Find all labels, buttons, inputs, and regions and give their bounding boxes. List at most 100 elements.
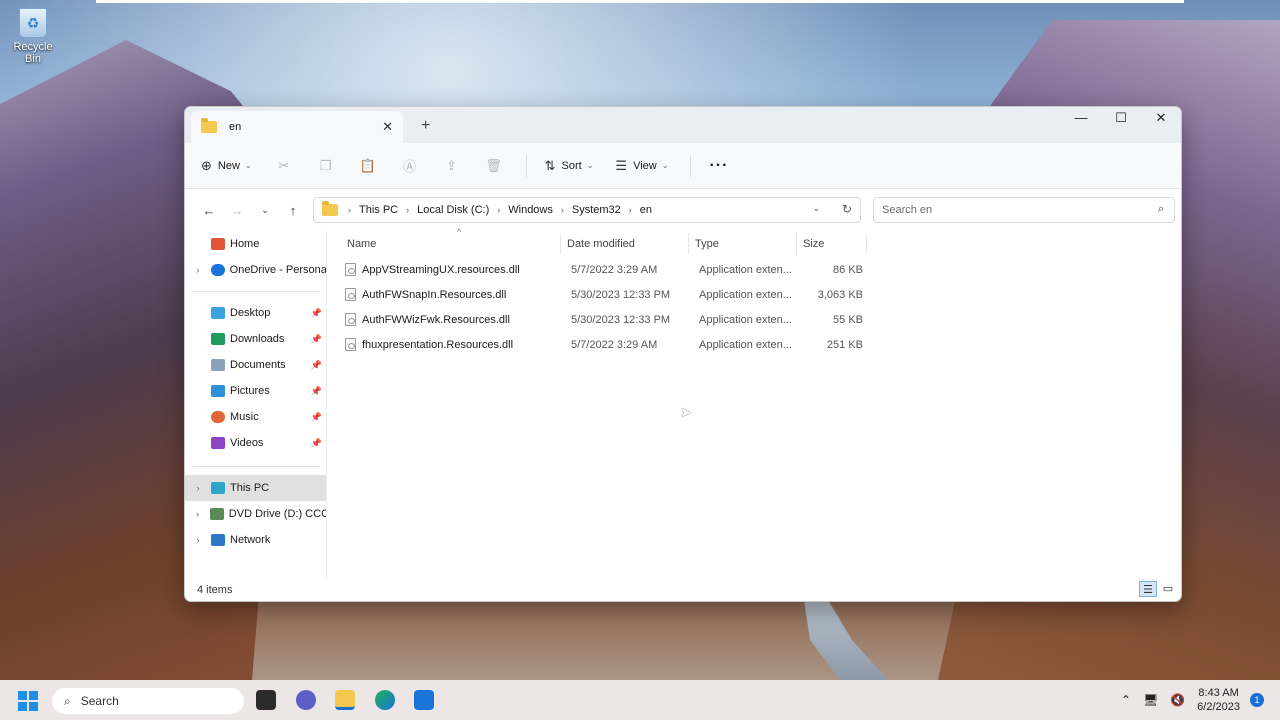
edge-browser-icon[interactable]: [375, 690, 395, 710]
breadcrumb-windows[interactable]: Windows: [508, 204, 553, 216]
videos-icon: [211, 437, 225, 449]
delete-icon[interactable]: 🗑: [484, 158, 504, 174]
chat-icon[interactable]: [296, 690, 316, 710]
item-count: 4 items: [197, 584, 233, 596]
sidebar-item-dvd-drive[interactable]: › DVD Drive (D:) CCC: [185, 501, 326, 527]
sidebar-item-videos[interactable]: Videos 📌: [185, 430, 326, 456]
pin-icon[interactable]: 📌: [311, 386, 322, 397]
share-icon[interactable]: ⇪: [442, 158, 462, 174]
sidebar-item-label: OneDrive - Persona: [229, 264, 326, 276]
sidebar-item-desktop[interactable]: Desktop 📌: [185, 300, 326, 326]
sidebar-item-network[interactable]: › Network: [185, 527, 326, 553]
expand-chevron-icon[interactable]: ›: [185, 509, 210, 519]
close-tab-icon[interactable]: ✕: [382, 119, 393, 135]
copy-icon[interactable]: ❐: [316, 158, 336, 174]
forward-arrow-icon[interactable]: →: [223, 203, 251, 218]
column-name[interactable]: Name: [341, 234, 561, 254]
breadcrumb-system32[interactable]: System32: [572, 204, 621, 216]
expand-chevron-icon[interactable]: ›: [185, 265, 211, 275]
file-name: AuthFWSnapIn.Resources.dll: [362, 288, 507, 301]
expand-chevron-icon[interactable]: ›: [185, 483, 211, 493]
breadcrumb-en[interactable]: en: [640, 204, 652, 216]
notification-badge[interactable]: 1: [1250, 693, 1264, 707]
pin-icon[interactable]: 📌: [311, 334, 322, 345]
minimize-button[interactable]: —: [1061, 107, 1101, 131]
new-tab-button[interactable]: +: [421, 117, 430, 135]
volume-muted-icon[interactable]: 🔇: [1170, 693, 1185, 707]
file-list: ^ Name Date modified Type Size AppVStrea…: [327, 227, 1181, 579]
column-type[interactable]: Type: [689, 234, 797, 254]
column-date-modified[interactable]: Date modified: [561, 234, 689, 254]
sidebar-item-documents[interactable]: Documents 📌: [185, 352, 326, 378]
pin-icon[interactable]: 📌: [311, 308, 322, 319]
sort-button[interactable]: ⇅ Sort ⌄: [545, 158, 594, 174]
clock-date: 6/2/2023: [1197, 701, 1240, 713]
file-date: 5/7/2022 3:29 AM: [571, 263, 658, 276]
cut-icon[interactable]: ✂: [274, 158, 294, 174]
toolbar-divider: [690, 154, 692, 177]
recent-locations-chevron-icon[interactable]: ⌄: [251, 205, 279, 216]
tab-en[interactable]: en ✕: [191, 111, 403, 143]
sidebar-item-label: Videos: [230, 437, 264, 449]
refresh-icon[interactable]: ↻: [842, 202, 852, 216]
cloud-icon: [210, 264, 225, 276]
new-button[interactable]: ⊕ New ⌄: [201, 158, 252, 174]
sidebar-item-music[interactable]: Music 📌: [185, 404, 326, 430]
task-view-icon[interactable]: [256, 690, 276, 710]
file-size: 3,063 KB: [817, 288, 863, 301]
view-button[interactable]: ☰ View ⌄: [615, 158, 668, 174]
sidebar-item-home[interactable]: Home: [185, 231, 326, 257]
search-input[interactable]: [882, 204, 1132, 216]
file-row[interactable]: AuthFWSnapIn.Resources.dll 5/30/2023 12:…: [341, 282, 1181, 307]
taskbar-search[interactable]: ⌕ Search: [52, 688, 244, 714]
music-icon: [211, 411, 225, 423]
sidebar-item-this-pc[interactable]: › This PC: [185, 475, 326, 501]
file-date: 5/30/2023 12:33 PM: [571, 288, 671, 301]
file-explorer-taskbar-icon[interactable]: [335, 690, 355, 710]
column-headers: ^ Name Date modified Type Size: [341, 227, 1181, 257]
recycle-bin[interactable]: ♻ Recycle Bin: [6, 8, 60, 65]
dll-file-icon: [345, 288, 356, 301]
status-bar: 4 items ☰ ▭: [185, 579, 1181, 601]
search-box[interactable]: ⌕: [873, 197, 1175, 223]
sidebar-divider: [193, 466, 320, 467]
column-size[interactable]: Size: [797, 234, 867, 254]
file-row[interactable]: AuthFWWizFwk.Resources.dll 5/30/2023 12:…: [341, 307, 1181, 332]
sidebar-item-label: Pictures: [230, 385, 270, 397]
pin-icon[interactable]: 📌: [311, 438, 322, 449]
taskbar-search-label: Search: [80, 694, 119, 708]
plus-circle-icon: ⊕: [201, 157, 212, 173]
new-label: New: [217, 159, 240, 172]
store-icon[interactable]: [414, 690, 434, 710]
maximize-button[interactable]: ☐: [1101, 107, 1141, 131]
more-icon: ···: [709, 156, 729, 174]
sidebar-item-downloads[interactable]: Downloads 📌: [185, 326, 326, 352]
more-options-button[interactable]: ···: [709, 157, 728, 175]
file-row[interactable]: AppVStreamingUX.resources.dll 5/7/2022 3…: [341, 257, 1181, 282]
rename-icon[interactable]: Ⓐ: [400, 156, 420, 175]
clock[interactable]: 8:43 AM 6/2/2023: [1197, 686, 1240, 714]
pin-icon[interactable]: 📌: [311, 360, 322, 371]
tiles-view-icon[interactable]: ▭: [1159, 581, 1177, 597]
file-date: 5/30/2023 12:33 PM: [571, 313, 671, 326]
desktop-icon: [211, 307, 225, 319]
address-bar[interactable]: › This PC › Local Disk (C:) › Windows › …: [313, 197, 861, 223]
expand-chevron-icon[interactable]: ›: [185, 535, 211, 545]
breadcrumb-local-disk[interactable]: Local Disk (C:): [417, 204, 489, 216]
windows-start-icon[interactable]: [18, 691, 38, 711]
sidebar-item-pictures[interactable]: Pictures 📌: [185, 378, 326, 404]
sidebar-item-label: Music: [230, 411, 259, 423]
pin-icon[interactable]: 📌: [311, 412, 322, 423]
show-hidden-icons-chevron-icon[interactable]: ⌃: [1121, 693, 1131, 707]
sort-ascending-icon: ^: [457, 227, 462, 237]
paste-icon[interactable]: 📋: [358, 158, 378, 174]
close-window-button[interactable]: ✕: [1141, 107, 1181, 131]
details-view-icon[interactable]: ☰: [1139, 581, 1157, 597]
address-dropdown-icon[interactable]: ⌄: [812, 203, 820, 214]
back-arrow-icon[interactable]: ←: [195, 203, 223, 218]
sidebar-item-onedrive[interactable]: › OneDrive - Persona: [185, 257, 326, 283]
network-tray-icon[interactable]: 🖥: [1143, 693, 1158, 707]
breadcrumb-this-pc[interactable]: This PC: [359, 204, 398, 216]
file-row[interactable]: fhuxpresentation.Resources.dll 5/7/2022 …: [341, 332, 1181, 357]
up-arrow-icon[interactable]: ↑: [279, 203, 307, 218]
